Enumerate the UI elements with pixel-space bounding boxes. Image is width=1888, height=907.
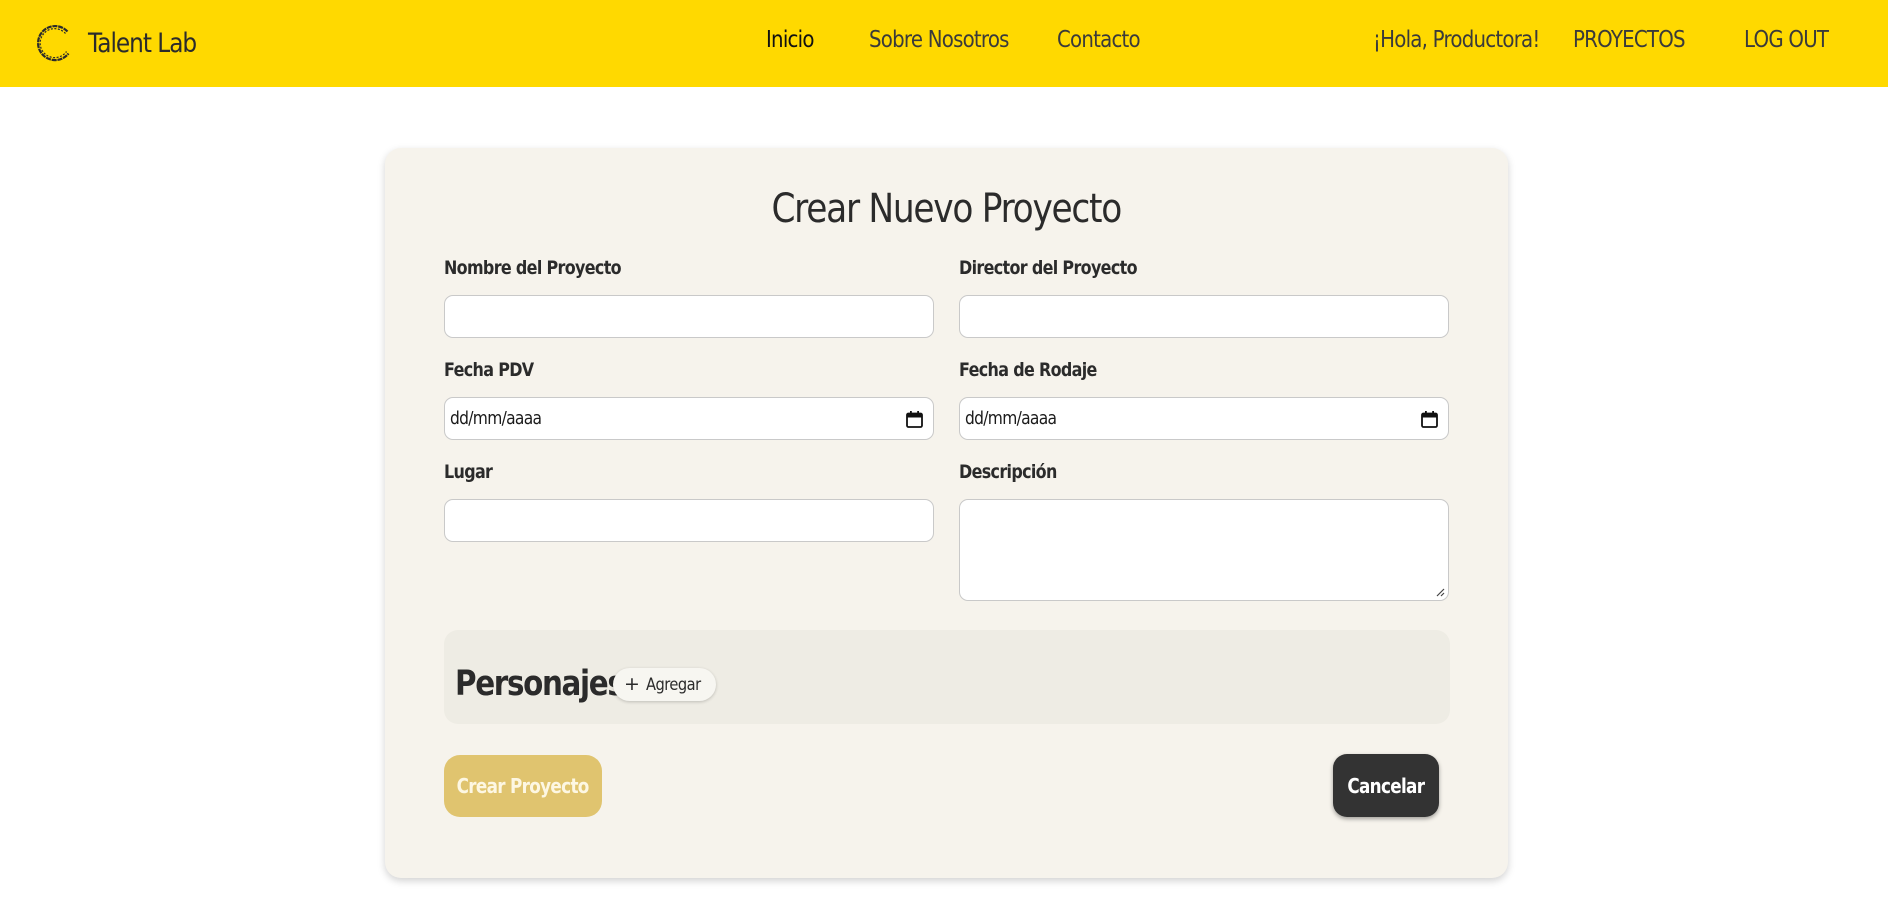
nombre-label: Nombre del Proyecto — [444, 257, 622, 279]
page-title: Crear Nuevo Proyecto — [771, 186, 1123, 232]
fecha-rodaje-label: Fecha de Rodaje — [959, 359, 1097, 381]
cancel-button[interactable]: Cancelar — [1333, 754, 1439, 817]
greeting-text: ¡Hola, Productora! — [1373, 27, 1540, 53]
brand-link[interactable]: Talent Lab — [34, 22, 214, 64]
plus-icon: + — [624, 673, 640, 695]
nav-link-sobre-nosotros[interactable]: Sobre Nosotros — [869, 27, 1009, 53]
nav-link-contacto[interactable]: Contacto — [1057, 27, 1141, 53]
fecha-rodaje-input[interactable]: dd/mm/aaaa — [959, 397, 1449, 440]
fecha-pdv-input[interactable]: dd/mm/aaaa — [444, 397, 934, 440]
personajes-title: Personajes — [455, 664, 625, 704]
lugar-label: Lugar — [444, 461, 493, 483]
calendar-icon[interactable] — [1420, 410, 1439, 429]
fecha-pdv-value: dd/mm/aaaa — [450, 408, 542, 429]
create-project-card: Crear Nuevo Proyecto Nombre del Proyecto… — [385, 148, 1508, 878]
descripcion-textarea[interactable] — [959, 499, 1449, 601]
circle-logo-icon — [36, 25, 70, 62]
add-personaje-label: Agregar — [645, 674, 701, 695]
director-label: Director del Proyecto — [959, 257, 1138, 279]
nav-link-proyectos[interactable]: PROYECTOS — [1573, 27, 1686, 53]
calendar-icon[interactable] — [905, 410, 924, 429]
add-personaje-button[interactable]: + Agregar — [613, 668, 716, 701]
navbar: Talent Lab Inicio Sobre Nosotros Contact… — [0, 0, 1888, 87]
personajes-section: Personajes + Agregar — [444, 630, 1450, 724]
fecha-pdv-label: Fecha PDV — [444, 359, 534, 381]
fecha-rodaje-value: dd/mm/aaaa — [965, 408, 1057, 429]
lugar-input[interactable] — [444, 499, 934, 542]
create-project-button[interactable]: Crear Proyecto — [444, 755, 602, 817]
nav-link-inicio[interactable]: Inicio — [766, 27, 814, 53]
brand-name: Talent Lab — [88, 27, 197, 59]
descripcion-label: Descripción — [959, 461, 1057, 483]
director-input[interactable] — [959, 295, 1449, 338]
resize-grip-icon[interactable] — [1435, 587, 1445, 597]
logout-link[interactable]: LOG OUT — [1744, 27, 1829, 53]
cancel-label: Cancelar — [1347, 773, 1426, 798]
nombre-input[interactable] — [444, 295, 934, 338]
create-project-label: Crear Proyecto — [456, 774, 590, 798]
